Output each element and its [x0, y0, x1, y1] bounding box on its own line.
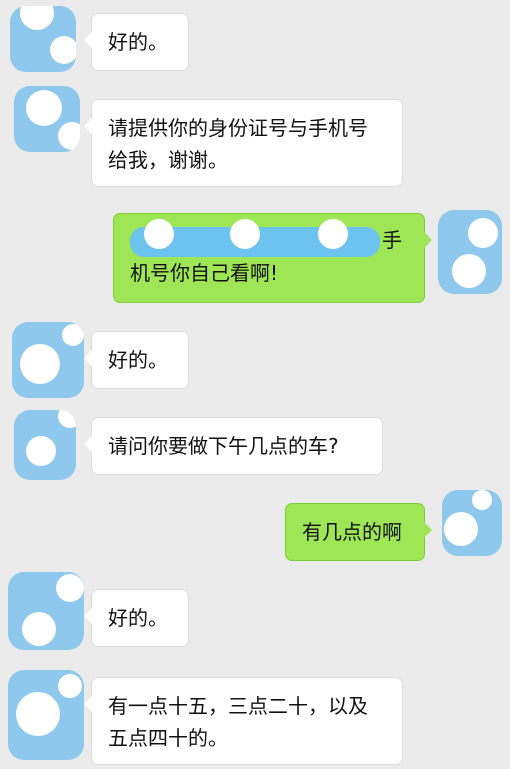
- sender-avatar-icon[interactable]: [8, 572, 84, 650]
- message-text: 有几点的啊: [302, 520, 402, 544]
- message-bubble[interactable]: 好的。: [84, 14, 188, 70]
- message-bubble[interactable]: 请问你要做下午几点的车?: [84, 418, 382, 474]
- redaction-mask: [130, 218, 380, 257]
- sender-avatar-icon[interactable]: [14, 410, 76, 480]
- message-text: 有一点十五，三点二十，以及五点四十的。: [108, 694, 368, 750]
- message-row-incoming: 好的。: [0, 568, 510, 668]
- message-bubble[interactable]: 好的。: [84, 590, 188, 646]
- sender-avatar-icon[interactable]: [14, 86, 80, 152]
- sender-avatar-icon[interactable]: [12, 322, 84, 398]
- message-bubble[interactable]: 手机号你自己看啊!: [114, 214, 432, 302]
- message-row-incoming: 有一点十五，三点二十，以及五点四十的。: [0, 666, 510, 769]
- my-avatar-icon[interactable]: [438, 210, 502, 294]
- message-text: 请问你要做下午几点的车?: [108, 434, 339, 458]
- message-bubble[interactable]: 请提供你的身份证号与手机号给我，谢谢。: [84, 100, 402, 186]
- message-row-incoming: 请问你要做下午几点的车?: [0, 406, 510, 482]
- message-bubble[interactable]: 好的。: [84, 332, 188, 388]
- sender-avatar-icon[interactable]: [10, 6, 76, 72]
- message-text: 好的。: [108, 606, 168, 630]
- chat-conversation: 好的。 请提供你的身份证号与手机号给我，谢谢。 手机号你自己看啊! 好的。 请问…: [0, 0, 510, 769]
- message-row-incoming: 好的。: [0, 0, 510, 80]
- message-text: 好的。: [108, 30, 168, 54]
- message-bubble[interactable]: 有几点的啊: [286, 504, 432, 560]
- message-text: 好的。: [108, 348, 168, 372]
- message-row-incoming: 好的。: [0, 318, 510, 406]
- sender-avatar-icon[interactable]: [8, 670, 84, 760]
- my-avatar-icon[interactable]: [442, 490, 502, 556]
- message-bubble[interactable]: 有一点十五，三点二十，以及五点四十的。: [84, 678, 402, 764]
- message-row-incoming: 请提供你的身份证号与手机号给我，谢谢。: [0, 82, 510, 192]
- message-row-outgoing: 有几点的啊: [0, 488, 510, 568]
- message-row-outgoing: 手机号你自己看啊!: [0, 206, 510, 310]
- message-text: 请提供你的身份证号与手机号给我，谢谢。: [108, 116, 368, 172]
